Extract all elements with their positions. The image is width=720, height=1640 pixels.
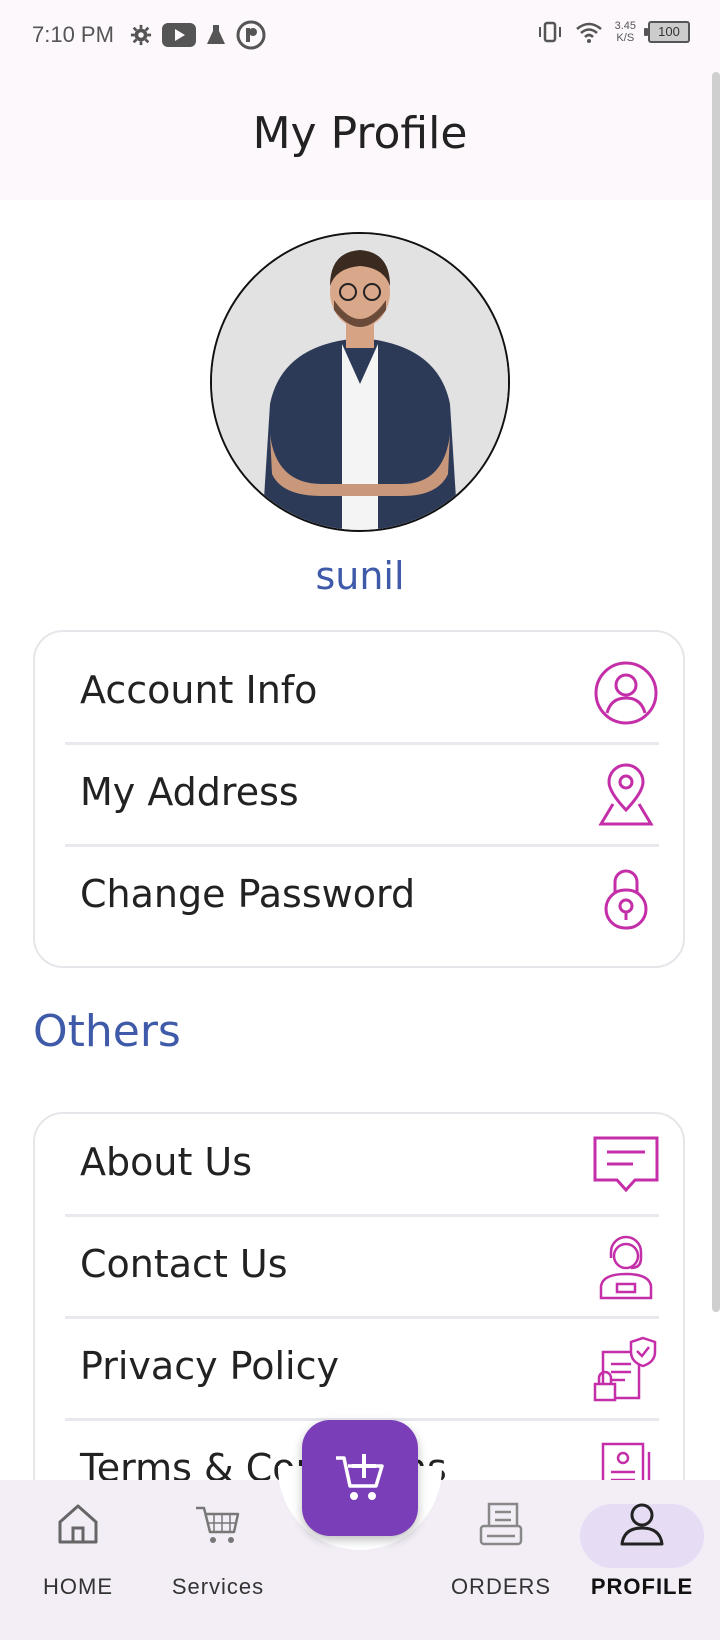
menu-item-my-address[interactable]: My Address <box>65 744 659 847</box>
profile-person-icon <box>620 1503 664 1546</box>
nav-tab-label: Services <box>171 1574 265 1599</box>
network-speed-value: 3.45 <box>614 20 636 32</box>
nav-tab-profile[interactable]: PROFILE <box>572 1492 712 1600</box>
user-circle-icon <box>594 661 658 725</box>
menu-item-privacy-policy[interactable]: Privacy Policy <box>65 1318 659 1421</box>
menu-item-label: Contact Us <box>80 1242 288 1286</box>
scrollbar[interactable] <box>712 72 720 1312</box>
network-speed: 3.45 K/S <box>615 20 636 44</box>
network-speed-unit: K/S <box>616 32 635 44</box>
top-app-bar: My Profile <box>0 72 720 200</box>
padlock-icon <box>604 869 648 930</box>
menu-item-contact-us[interactable]: Contact Us <box>65 1216 659 1319</box>
section-title-others: Others <box>33 1006 181 1057</box>
settings-gear-icon <box>130 24 152 46</box>
home-icon <box>58 1504 98 1544</box>
orders-icon <box>479 1502 523 1546</box>
menu-item-about-us[interactable]: About Us <box>65 1114 659 1217</box>
nav-tab-label: ORDERS <box>450 1574 552 1599</box>
wifi-icon <box>575 22 602 43</box>
chat-bubble-icon <box>593 1136 659 1193</box>
nav-tab-services[interactable]: Services <box>148 1492 288 1600</box>
menu-item-label: Account Info <box>80 668 318 712</box>
vibrate-icon <box>538 21 561 43</box>
menu-item-change-password[interactable]: Change Password <box>65 846 659 946</box>
account-settings-card: Account Info My Address Change Password <box>33 630 685 968</box>
battery-indicator: 100 <box>644 21 690 43</box>
support-agent-icon <box>599 1235 653 1300</box>
nav-tab-label: PROFILE <box>590 1574 694 1599</box>
youtube-icon <box>162 23 196 47</box>
menu-item-label: Privacy Policy <box>80 1344 339 1388</box>
add-to-cart-fab[interactable] <box>302 1420 418 1536</box>
flask-icon <box>207 25 225 44</box>
status-bar: 7:10 PM 3.45 K/S 100 <box>0 0 720 72</box>
policy-document-icon <box>593 1336 657 1402</box>
add-cart-icon <box>336 1454 384 1500</box>
system-icons: 3.45 K/S 100 <box>537 20 690 44</box>
menu-item-label: About Us <box>80 1140 253 1184</box>
page-title: My Profile <box>252 108 468 159</box>
profile-username: sunil <box>315 554 405 598</box>
menu-item-label: Change Password <box>80 872 416 916</box>
nav-tab-label: HOME <box>43 1574 113 1599</box>
shopping-cart-icon <box>196 1506 240 1543</box>
nav-tab-orders[interactable]: ORDERS <box>431 1492 571 1600</box>
menu-item-label: My Address <box>80 770 299 814</box>
menu-item-account-info[interactable]: Account Info <box>65 642 659 745</box>
notification-icons <box>130 20 266 50</box>
app-p-icon <box>236 20 266 50</box>
location-pin-icon <box>598 763 654 826</box>
status-time: 7:10 PM <box>32 22 114 47</box>
profile-photo <box>212 234 508 530</box>
profile-avatar[interactable] <box>210 232 510 532</box>
nav-tab-home[interactable]: HOME <box>8 1492 148 1600</box>
